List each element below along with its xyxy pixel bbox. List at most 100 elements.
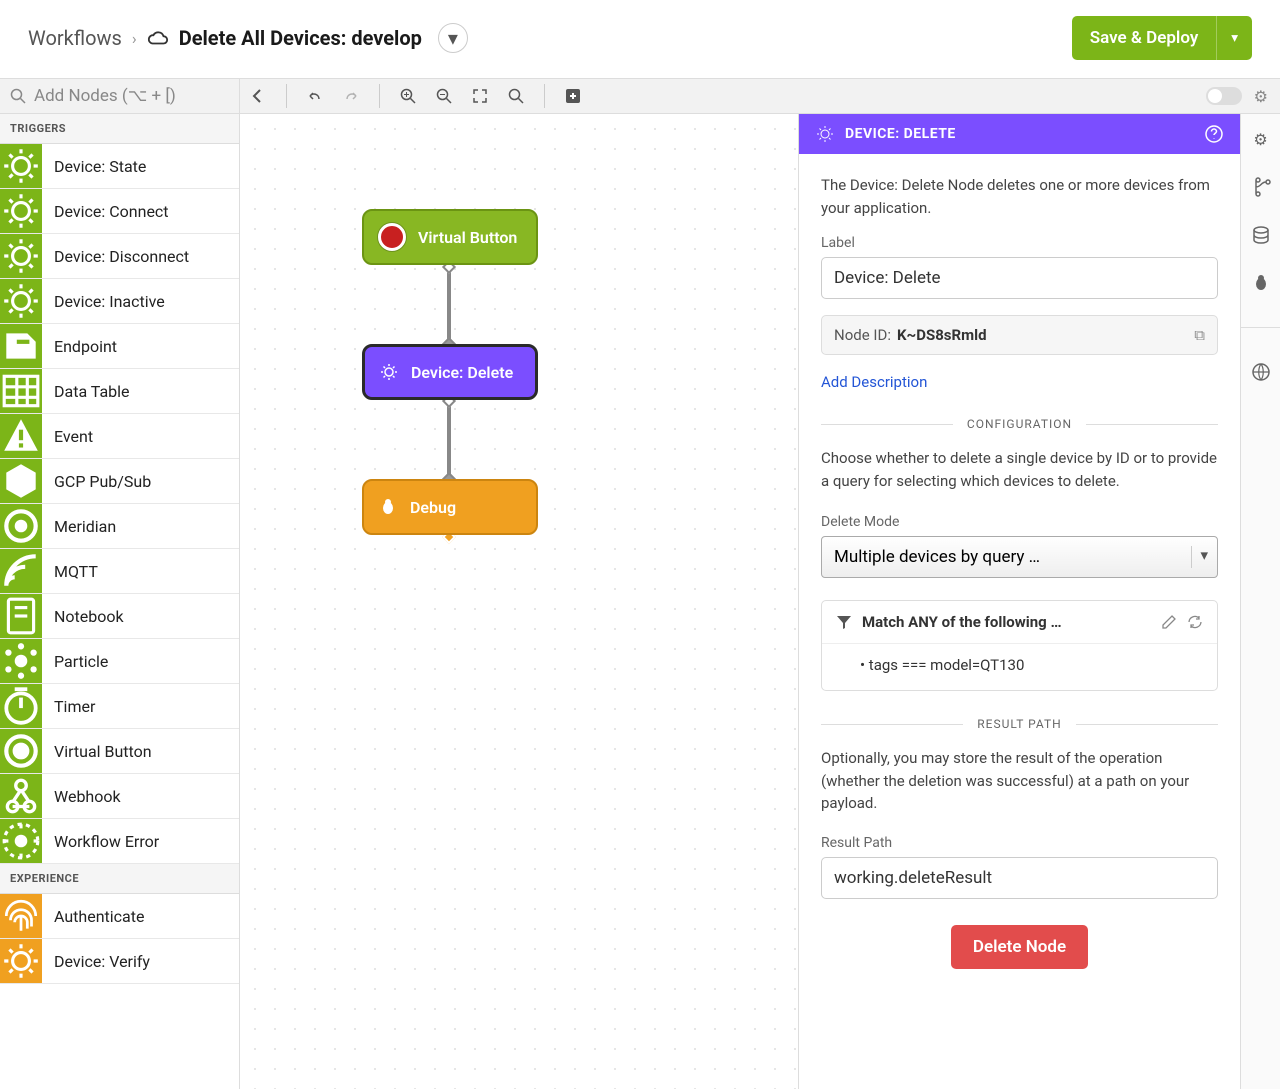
match-title: Match ANY of the following … [862,613,1151,631]
branch-icon[interactable] [1251,177,1271,197]
delete-node-button[interactable]: Delete Node [951,925,1088,969]
section-divider-result: RESULT PATH [821,717,1218,731]
undo-button[interactable] [297,79,333,113]
palette-item-label: Data Table [42,382,130,401]
node-device-delete[interactable]: Device: Delete [362,344,538,400]
palette-item-label: MQTT [42,562,98,581]
search-canvas-button[interactable] [498,79,534,113]
palette-item[interactable]: Timer [0,684,239,729]
zoom-in-button[interactable] [390,79,426,113]
redo-button[interactable] [333,79,369,113]
palette-item-label: Device: Verify [42,952,150,971]
palette-item[interactable]: MQTT [0,549,239,594]
node-debug[interactable]: Debug [362,479,538,535]
zoom-out-button[interactable] [426,79,462,113]
device-icon [0,189,42,233]
back-button[interactable] [240,79,276,113]
globe-icon[interactable] [1251,362,1271,382]
meridian-icon [0,504,42,548]
edge [447,266,451,346]
bug-icon [378,497,398,517]
node-label: Debug [410,498,456,517]
hub-icon [0,459,42,503]
breadcrumb: Workflows › Delete All Devices: develop … [28,23,468,53]
palette-item[interactable]: Device: Inactive [0,279,239,324]
vbutton-icon [0,729,42,773]
result-path-label: Result Path [821,835,1218,851]
chevron-right-icon: › [132,29,137,48]
palette-item[interactable]: Data Table [0,369,239,414]
mqtt-icon [0,549,42,593]
workflow-canvas[interactable]: Virtual Button Device: Delete Debug [240,114,798,1089]
particle-icon [0,639,42,683]
gear-icon[interactable]: ⚙ [1253,130,1267,149]
node-label: Device: Delete [411,363,513,382]
panel-description: The Device: Delete Node deletes one or m… [821,174,1218,219]
fit-button[interactable] [462,79,498,113]
palette-item-label: Event [42,427,93,446]
palette-item[interactable]: Endpoint [0,324,239,369]
palette-item-label: Timer [42,697,95,716]
device-icon [0,234,42,278]
edit-icon[interactable] [1161,614,1177,630]
palette-item[interactable]: Notebook [0,594,239,639]
add-nodes-search[interactable]: Add Nodes (⌥ + [) [0,79,240,113]
palette-item[interactable]: Device: Connect [0,189,239,234]
palette-item[interactable]: Virtual Button [0,729,239,774]
palette-item[interactable]: Authenticate [0,894,239,939]
label-input[interactable] [821,257,1218,299]
gear-icon[interactable]: ⚙ [1254,87,1268,106]
palette-item-label: Particle [42,652,108,671]
save-deploy-dropdown[interactable]: ▾ [1216,16,1252,60]
node-virtual-button[interactable]: Virtual Button [362,209,538,265]
palette-item-label: Webhook [42,787,121,806]
filter-icon [836,614,852,630]
palette-item[interactable]: Device: Disconnect [0,234,239,279]
palette-item-label: Meridian [42,517,116,536]
delete-mode-label: Delete Mode [821,514,1218,530]
debug-toggle[interactable] [1206,87,1242,105]
palette-item-label: Device: State [42,157,146,176]
device-icon [815,124,835,144]
palette-item-label: Workflow Error [42,832,159,851]
bug-icon[interactable] [1251,273,1271,293]
palette-item-label: Virtual Button [42,742,152,761]
palette-item[interactable]: Workflow Error [0,819,239,864]
palette-item-label: Device: Connect [42,202,169,221]
node-id-value: K~DS8sRmld [897,326,987,344]
section-triggers: TRIGGERS [0,114,239,144]
section-experience: EXPERIENCE [0,864,239,894]
device-icon [0,144,42,188]
database-icon[interactable] [1251,225,1271,245]
palette-item[interactable]: Device: Verify [0,939,239,984]
save-deploy-group: Save & Deploy ▾ [1072,16,1252,60]
palette-item[interactable]: Webhook [0,774,239,819]
version-dropdown[interactable]: ▾ [438,23,468,53]
palette-item-label: Authenticate [42,907,144,926]
refresh-icon[interactable] [1187,614,1203,630]
device-icon [379,362,399,382]
palette-item[interactable]: Meridian [0,504,239,549]
delete-mode-select[interactable]: Multiple devices by query … [821,536,1218,578]
search-icon [10,88,26,104]
result-path-input[interactable] [821,857,1218,899]
trigger-button-icon [378,223,406,251]
palette-item-label: Device: Disconnect [42,247,189,266]
breadcrumb-root[interactable]: Workflows [28,26,122,50]
palette-item[interactable]: Particle [0,639,239,684]
add-description-link[interactable]: Add Description [821,373,927,391]
help-icon[interactable] [1204,124,1224,144]
node-palette: TRIGGERS Device: State Device: Connect Dev… [0,114,240,1089]
result-description: Optionally, you may store the result of … [821,747,1218,815]
fingerprint-icon [0,894,42,938]
device-icon [0,939,42,983]
copy-icon[interactable]: ⧉ [1194,326,1205,344]
save-deploy-button[interactable]: Save & Deploy [1072,16,1217,60]
palette-item[interactable]: Device: State [0,144,239,189]
palette-item[interactable]: Event [0,414,239,459]
palette-item[interactable]: GCP Pub/Sub [0,459,239,504]
edge [447,401,451,481]
notebook-icon [0,594,42,638]
add-note-button[interactable] [555,79,591,113]
top-bar: Workflows › Delete All Devices: develop … [0,0,1280,78]
